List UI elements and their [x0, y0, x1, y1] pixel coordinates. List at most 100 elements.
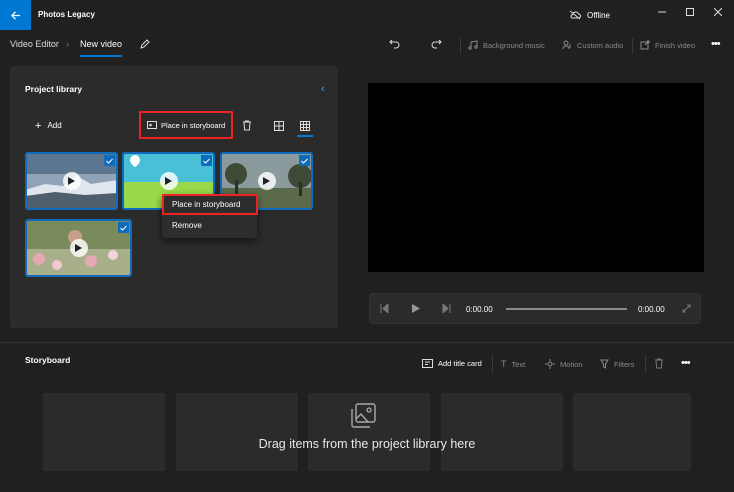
filters-button[interactable]: Filters: [600, 359, 634, 369]
add-label: Add: [47, 121, 62, 130]
text-icon: T: [501, 359, 507, 369]
toolbar-separator: [632, 38, 633, 54]
rename-button[interactable]: [139, 39, 150, 52]
trash-icon: [243, 120, 251, 131]
play-icon: [257, 172, 276, 190]
total-time: 0:00.00: [638, 305, 665, 314]
motion-button[interactable]: Motion: [545, 359, 583, 369]
add-title-card-button[interactable]: Add title card: [422, 359, 482, 368]
project-library-title: Project library: [25, 84, 83, 94]
minimize-button[interactable]: [652, 4, 672, 20]
cloud-offline-icon: [569, 10, 581, 20]
seek-slider[interactable]: [506, 308, 627, 310]
storyboard-place-icon: [147, 120, 157, 129]
filters-icon: [600, 359, 609, 369]
custom-audio-label: Custom audio: [577, 40, 624, 50]
back-button[interactable]: [0, 0, 31, 30]
skip-forward-icon: [442, 302, 451, 315]
storyboard-empty-message: Drag items from the project library here: [258, 437, 476, 451]
plus-icon: +: [35, 119, 42, 132]
previous-frame-button[interactable]: [380, 302, 389, 315]
add-title-card-label: Add title card: [438, 359, 482, 368]
app-title: Photos Legacy: [38, 10, 95, 19]
collapse-panel-button[interactable]: ‹: [321, 83, 325, 95]
filters-label: Filters: [614, 359, 635, 369]
place-in-storyboard-label: Place in storyboard: [161, 120, 226, 130]
storyboard-title: Storyboard: [25, 355, 71, 365]
storyboard-delete-button[interactable]: [654, 358, 664, 371]
redo-button[interactable]: [430, 39, 442, 52]
background-music-button[interactable]: Background music: [468, 40, 545, 50]
checkbox-checked-icon[interactable]: [118, 222, 129, 233]
offline-status: Offline: [569, 10, 610, 20]
menu-item-remove[interactable]: Remove: [172, 221, 202, 230]
more-icon: •••: [681, 357, 691, 369]
arrow-left-icon: [10, 10, 21, 20]
toolbar-separator: [645, 356, 646, 372]
minimize-icon: [658, 11, 666, 13]
add-button[interactable]: + Add: [35, 119, 62, 132]
video-preview: [368, 83, 704, 272]
skip-back-icon: [380, 302, 389, 315]
pencil-icon: [140, 39, 150, 49]
background-music-label: Background music: [483, 40, 545, 50]
toolbar-separator: [492, 356, 493, 372]
chevron-left-icon: ‹: [321, 83, 325, 95]
toolbar-separator: [460, 38, 461, 54]
audio-person-icon: [562, 40, 571, 50]
storyboard-slot: [441, 393, 563, 471]
motion-label: Motion: [560, 359, 583, 369]
motion-icon: [545, 359, 555, 369]
offline-label: Offline: [587, 10, 610, 20]
breadcrumb-current: New video: [80, 39, 123, 49]
chevron-right-icon: ›: [66, 39, 69, 49]
text-button[interactable]: T Text: [501, 359, 525, 369]
finish-video-button[interactable]: Finish video: [640, 40, 695, 50]
storyboard-slot: [43, 393, 165, 471]
maximize-icon: [686, 8, 694, 16]
trash-icon: [655, 358, 663, 369]
breadcrumb-underline: [80, 55, 122, 57]
storyboard-more-button[interactable]: •••: [681, 357, 691, 369]
next-frame-button[interactable]: [442, 302, 451, 315]
more-icon: •••: [711, 38, 721, 50]
play-icon: [159, 172, 178, 190]
breadcrumb-root[interactable]: Video Editor: [10, 39, 59, 49]
grid-view-small-button[interactable]: [300, 121, 310, 133]
checkbox-checked-icon[interactable]: [201, 155, 212, 166]
checkbox-checked-icon[interactable]: [104, 155, 115, 166]
redo-icon: [431, 39, 442, 49]
title-bar: [0, 0, 734, 30]
storyboard-divider: [0, 342, 734, 343]
music-note-icon: [468, 40, 478, 50]
more-options-button[interactable]: •••: [711, 38, 721, 50]
active-view-indicator: [297, 135, 313, 137]
grid-view-large-button[interactable]: [274, 121, 284, 133]
maximize-button[interactable]: [680, 4, 700, 20]
fullscreen-button[interactable]: [682, 304, 691, 315]
media-item-mountains[interactable]: [25, 152, 118, 210]
undo-button[interactable]: [389, 39, 401, 52]
finish-video-label: Finish video: [655, 40, 696, 50]
delete-button[interactable]: [242, 120, 252, 133]
storyboard-slot: [176, 393, 298, 471]
media-item-flowers[interactable]: [25, 219, 132, 277]
export-icon: [640, 40, 650, 50]
storyboard-slot: [573, 393, 691, 471]
undo-icon: [389, 39, 400, 49]
text-label: Text: [511, 359, 526, 369]
photos-icon: [350, 403, 377, 431]
play-icon: [69, 239, 88, 257]
play-icon: [412, 304, 420, 313]
checkbox-checked-icon[interactable]: [299, 155, 310, 166]
title-card-icon: [422, 359, 433, 368]
play-icon: [62, 172, 81, 190]
place-in-storyboard-button[interactable]: Place in storyboard: [139, 111, 233, 139]
custom-audio-button[interactable]: Custom audio: [562, 40, 623, 50]
close-icon: [714, 8, 722, 16]
grid-small-icon: [300, 121, 310, 131]
highlight-box: [162, 194, 258, 215]
grid-large-icon: [274, 121, 284, 131]
close-button[interactable]: [708, 4, 728, 20]
play-button[interactable]: [412, 304, 420, 315]
